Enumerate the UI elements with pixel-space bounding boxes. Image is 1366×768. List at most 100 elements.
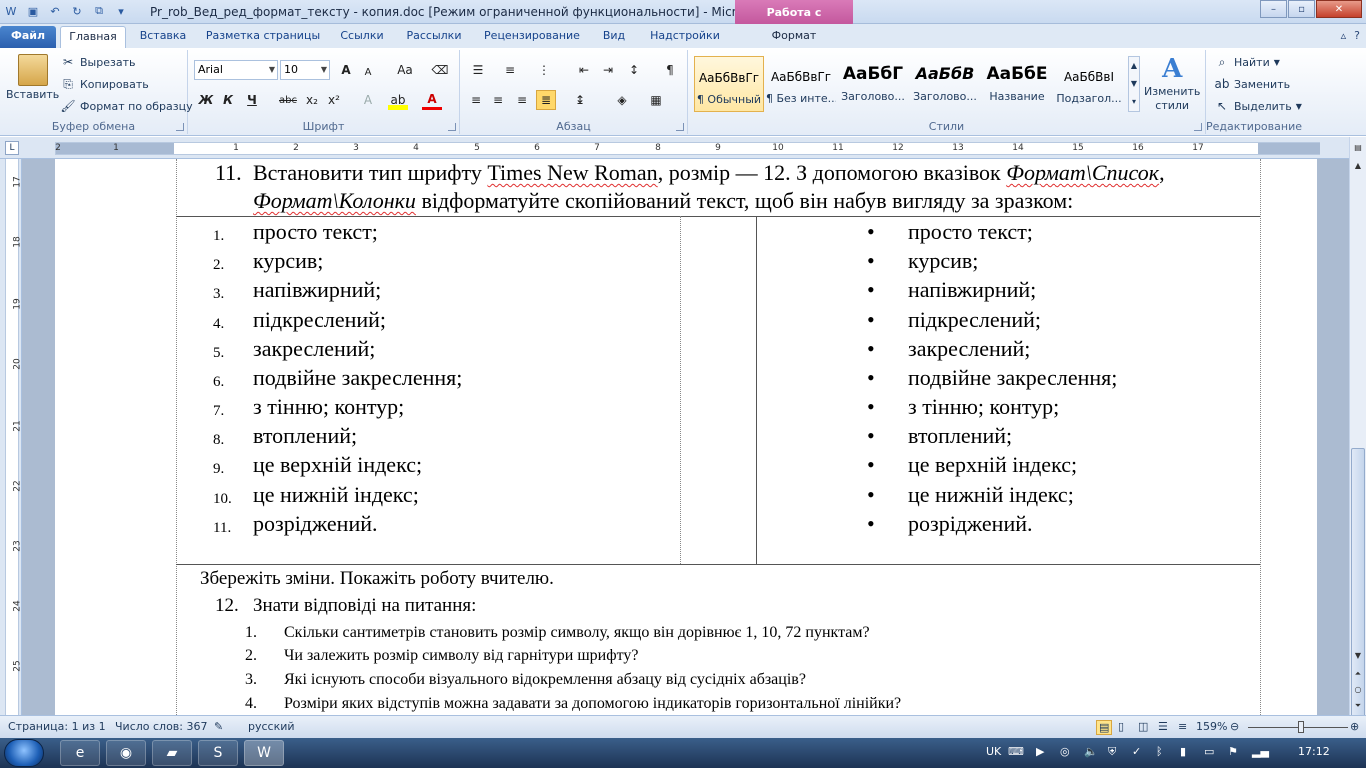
scroll-up-icon[interactable]: ▲ <box>1351 159 1365 173</box>
vertical-ruler[interactable]: 17 18 19 20 21 22 23 24 25 <box>0 159 23 715</box>
volume-icon[interactable]: 🔈 <box>1084 745 1098 758</box>
redo-icon[interactable]: ↻ <box>68 2 86 20</box>
font-color-button[interactable]: A <box>422 90 442 110</box>
justify-icon[interactable]: ≣ <box>536 90 556 110</box>
styles-launcher[interactable] <box>1194 123 1202 131</box>
style-title[interactable]: АаБбЕ Название <box>982 56 1052 112</box>
word-count[interactable]: Число слов: 367 <box>115 720 208 733</box>
qat-dropdown-icon[interactable]: ▾ <box>112 2 130 20</box>
full-screen-view-icon[interactable]: ▯ <box>1118 720 1124 733</box>
minimize-button[interactable]: – <box>1260 0 1287 18</box>
clear-formatting-icon[interactable]: ⌫ <box>430 60 450 80</box>
find-button[interactable]: ⌕ Найти ▼ <box>1214 54 1280 70</box>
zoom-out-icon[interactable]: ⊖ <box>1230 720 1239 733</box>
change-styles-button[interactable]: A Изменить стили <box>1144 54 1200 112</box>
multilevel-list-icon[interactable]: ⋮ <box>534 60 554 80</box>
keyboard-language[interactable]: UK <box>986 745 1001 758</box>
paste-button[interactable]: Вставить <box>6 54 59 101</box>
zoom-level[interactable]: 159% <box>1196 720 1227 733</box>
tab-mailings[interactable]: Рассылки <box>398 26 470 48</box>
horizontal-ruler[interactable]: 2 1 1 2 3 4 5 6 7 8 9 10 11 12 13 14 15 … <box>0 137 1366 159</box>
bold-button[interactable]: Ж <box>196 90 216 110</box>
tab-addins[interactable]: Надстройки <box>640 26 730 48</box>
antivirus-icon[interactable]: ✓ <box>1132 745 1141 758</box>
zoom-slider-thumb[interactable] <box>1298 721 1304 733</box>
firefox-taskbar-icon[interactable]: ◉ <box>106 740 146 766</box>
ruler-toggle-icon[interactable]: ▤ <box>1351 141 1365 155</box>
decrease-indent-icon[interactable]: ⇤ <box>574 60 594 80</box>
word-taskbar-icon[interactable]: W <box>244 740 284 766</box>
prev-page-icon[interactable]: ⏶ <box>1351 667 1365 681</box>
draft-view-icon[interactable]: ≡ <box>1178 720 1187 733</box>
tab-selector[interactable]: L <box>5 141 19 155</box>
highlight-button[interactable]: ab <box>388 90 408 110</box>
tray-icon[interactable]: ◎ <box>1060 745 1070 758</box>
style-subtitle[interactable]: АаБбВвІ Подзагол... <box>1054 56 1124 112</box>
save-icon[interactable]: ▣ <box>24 2 42 20</box>
signal-icon[interactable]: ▂▄ <box>1252 745 1269 758</box>
copy-button[interactable]: ⎘ Копировать <box>60 76 149 92</box>
browse-object-icon[interactable]: ○ <box>1351 683 1365 697</box>
grow-font-button[interactable]: A <box>336 60 356 80</box>
page-count[interactable]: Страница: 1 из 1 <box>8 720 106 733</box>
clock[interactable]: 17:12 <box>1298 745 1330 758</box>
change-case-button[interactable]: Aa <box>392 60 418 80</box>
tab-format[interactable]: Формат <box>740 26 848 48</box>
outline-view-icon[interactable]: ☰ <box>1158 720 1168 733</box>
tab-review[interactable]: Рецензирование <box>476 26 588 48</box>
superscript-button[interactable]: x² <box>324 90 344 110</box>
style-no-spacing[interactable]: АаБбВвГг ¶ Без инте... <box>766 56 836 112</box>
numbering-icon[interactable]: ≡ <box>500 60 520 80</box>
document-page[interactable]: 11. Встановити тип шрифту Times New Roma… <box>55 159 1317 715</box>
window-icon[interactable]: ⧉ <box>90 2 108 20</box>
underline-button[interactable]: Ч <box>242 90 262 110</box>
explorer-taskbar-icon[interactable]: ▰ <box>152 740 192 766</box>
ie-taskbar-icon[interactable]: e <box>60 740 100 766</box>
style-heading2[interactable]: АаБбВ Заголово... <box>910 56 980 112</box>
next-page-icon[interactable]: ⏷ <box>1351 699 1365 713</box>
flag-icon[interactable]: ⚑ <box>1228 745 1238 758</box>
sort-icon[interactable]: ↕ <box>624 60 644 80</box>
line-spacing-icon[interactable]: ↨ <box>570 90 590 110</box>
text-effects-icon[interactable]: A <box>358 90 378 110</box>
word-app-icon[interactable]: W <box>2 2 20 20</box>
skype-taskbar-icon[interactable]: S <box>198 740 238 766</box>
zoom-in-icon[interactable]: ⊕ <box>1350 720 1359 733</box>
minimize-ribbon-icon[interactable]: ▵ <box>1341 29 1347 42</box>
bluetooth-icon[interactable]: ᛒ <box>1156 745 1163 758</box>
shield-icon[interactable]: ⛨ <box>1108 745 1116 759</box>
format-painter-button[interactable]: 🖌 Формат по образцу <box>60 98 192 114</box>
monitor-icon[interactable]: ▭ <box>1204 745 1214 758</box>
italic-button[interactable]: К <box>218 90 238 110</box>
clipboard-launcher[interactable] <box>176 123 184 131</box>
font-name-combo[interactable]: Arial ▼ <box>194 60 278 80</box>
help-icon[interactable]: ? <box>1354 29 1360 42</box>
spelling-icon[interactable]: ✎ <box>214 720 223 733</box>
replace-button[interactable]: ab Заменить <box>1214 76 1291 92</box>
tab-references[interactable]: Ссылки <box>332 26 392 48</box>
print-layout-view-icon[interactable]: ▤ <box>1096 720 1113 735</box>
network-icon[interactable]: ▮ <box>1180 745 1186 758</box>
media-icon[interactable]: ▶ <box>1036 745 1044 758</box>
maximize-button[interactable]: ▫ <box>1288 0 1315 18</box>
shrink-font-button[interactable]: A <box>358 62 378 82</box>
font-launcher[interactable] <box>448 123 456 131</box>
strikethrough-button[interactable]: abc <box>278 90 298 110</box>
align-center-icon[interactable]: ≡ <box>488 90 508 110</box>
bullets-icon[interactable]: ☰ <box>468 60 488 80</box>
style-normal[interactable]: АаБбВвГг ¶ Обычный <box>694 56 764 112</box>
font-size-combo[interactable]: 10 ▼ <box>280 60 330 80</box>
web-layout-view-icon[interactable]: ◫ <box>1138 720 1148 733</box>
shading-icon[interactable]: ◈ <box>612 90 632 110</box>
keyboard-icon[interactable]: ⌨ <box>1008 745 1024 758</box>
undo-icon[interactable]: ↶ <box>46 2 64 20</box>
select-button[interactable]: ↖ Выделить ▼ <box>1214 98 1302 114</box>
subscript-button[interactable]: x₂ <box>302 90 322 110</box>
tab-view[interactable]: Вид <box>594 26 634 48</box>
tab-insert[interactable]: Вставка <box>132 26 194 48</box>
borders-icon[interactable]: ▦ <box>646 90 666 110</box>
styles-scroll[interactable]: ▲ ▼ ▾ <box>1128 56 1140 112</box>
tab-page-layout[interactable]: Разметка страницы <box>200 26 326 48</box>
align-right-icon[interactable]: ≡ <box>512 90 532 110</box>
show-marks-icon[interactable]: ¶ <box>660 60 680 80</box>
